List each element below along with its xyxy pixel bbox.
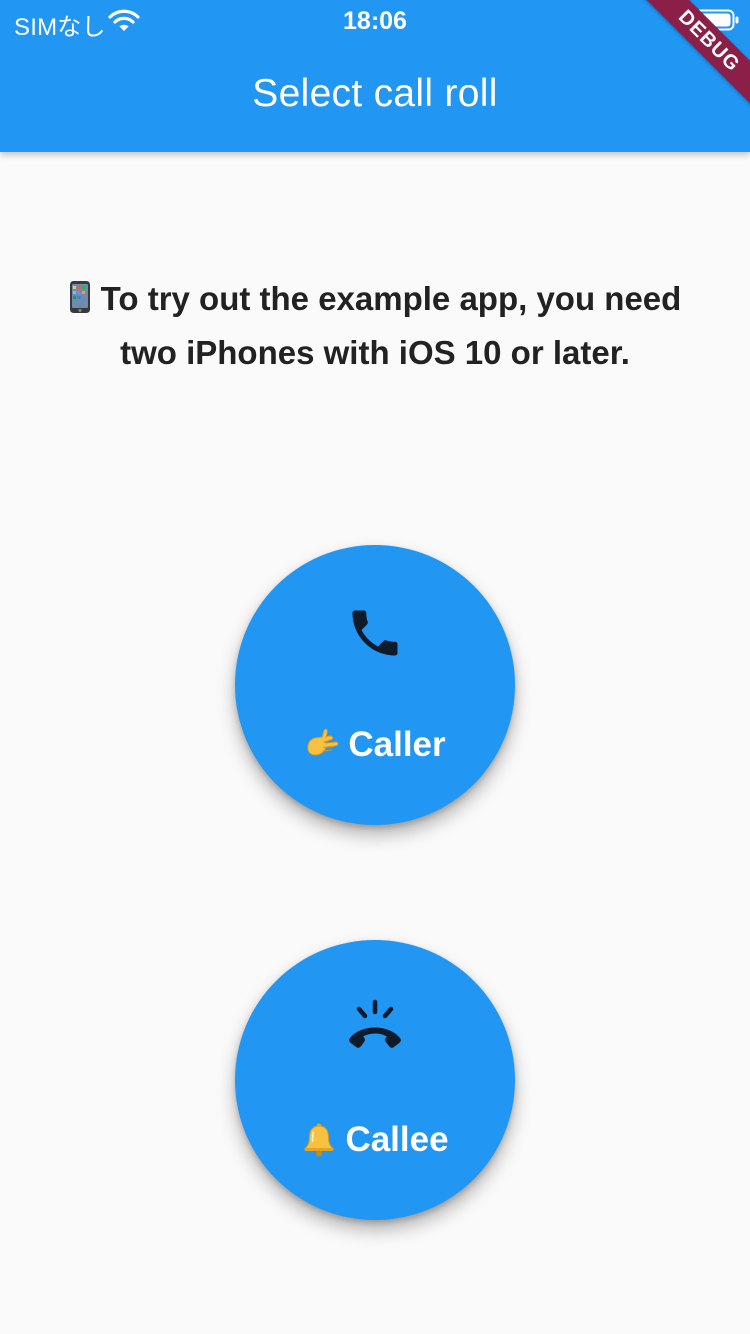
caller-button[interactable]: Caller <box>235 545 515 825</box>
status-bar: SIMなし 18:06 <box>0 0 750 41</box>
status-time: 18:06 <box>343 7 407 35</box>
callee-button[interactable]: Callee <box>235 940 515 1220</box>
caller-label: Caller <box>235 725 515 765</box>
ringing-phone-icon <box>349 999 401 1048</box>
call-me-hand-emoji-icon <box>307 728 339 756</box>
page-title: Select call roll <box>252 72 498 115</box>
app-bar: SIMなし 18:06 Select call roll DEBUG <box>0 0 750 152</box>
mobile-phone-emoji-icon <box>69 281 90 313</box>
callee-label-text: Callee <box>345 1120 449 1159</box>
instructions-label: To try out the example app, you need two… <box>100 280 682 371</box>
bell-emoji-icon <box>304 1123 335 1157</box>
instructions-text: To try out the example app, you need two… <box>60 272 690 380</box>
caller-label-text: Caller <box>348 725 446 764</box>
callee-label: Callee <box>235 1120 515 1160</box>
phone-icon <box>352 610 398 656</box>
